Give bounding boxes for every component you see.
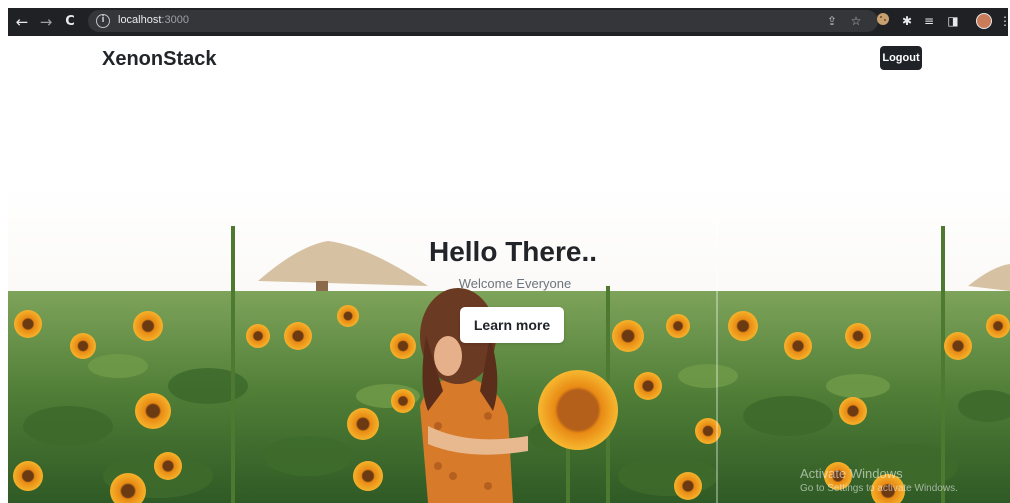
- address-bar[interactable]: i localhost:3000 ⇪ ☆: [88, 10, 878, 32]
- browser-menu-icon[interactable]: ⋮: [996, 12, 1010, 30]
- sunflower-field-image: [8, 186, 1010, 503]
- site-info-icon[interactable]: i: [96, 14, 110, 28]
- page-content: XenonStack Logout Hello There.. Welcome …: [8, 36, 1010, 503]
- hero-section: [8, 186, 1010, 503]
- side-panel-icon[interactable]: ◨: [944, 12, 962, 30]
- url-text[interactable]: localhost:3000: [118, 14, 189, 26]
- extension-cookie-icon[interactable]: [874, 12, 892, 30]
- extensions-puzzle-icon[interactable]: ✱: [898, 12, 916, 30]
- profile-avatar-icon[interactable]: [976, 13, 992, 29]
- back-arrow-icon[interactable]: ←: [12, 12, 32, 32]
- bookmark-star-icon[interactable]: ☆: [848, 13, 864, 29]
- media-control-icon[interactable]: ≡: [920, 12, 938, 30]
- navbar: XenonStack Logout: [8, 36, 1010, 86]
- learn-more-button[interactable]: Learn more: [460, 307, 564, 343]
- hero-title: Hello There..: [428, 236, 598, 267]
- watermark-line1: Activate Windows: [800, 466, 903, 481]
- logout-button[interactable]: Logout: [880, 46, 922, 70]
- url-host: localhost: [118, 14, 162, 26]
- browser-toolbar: ← → C i localhost:3000 ⇪ ☆ ✱ ≡ ◨ ⋮: [0, 0, 1010, 36]
- reload-icon[interactable]: C: [60, 12, 80, 32]
- watermark-line2: Go to Settings to activate Windows.: [800, 483, 958, 494]
- brand-logo[interactable]: XenonStack: [102, 48, 216, 71]
- share-icon[interactable]: ⇪: [824, 13, 840, 29]
- url-port: :3000: [161, 14, 189, 26]
- windows-activation-watermark: Activate Windows Go to Settings to activ…: [800, 466, 958, 494]
- hero-subtitle: Welcome Everyone: [458, 276, 572, 291]
- forward-arrow-icon[interactable]: →: [36, 12, 56, 32]
